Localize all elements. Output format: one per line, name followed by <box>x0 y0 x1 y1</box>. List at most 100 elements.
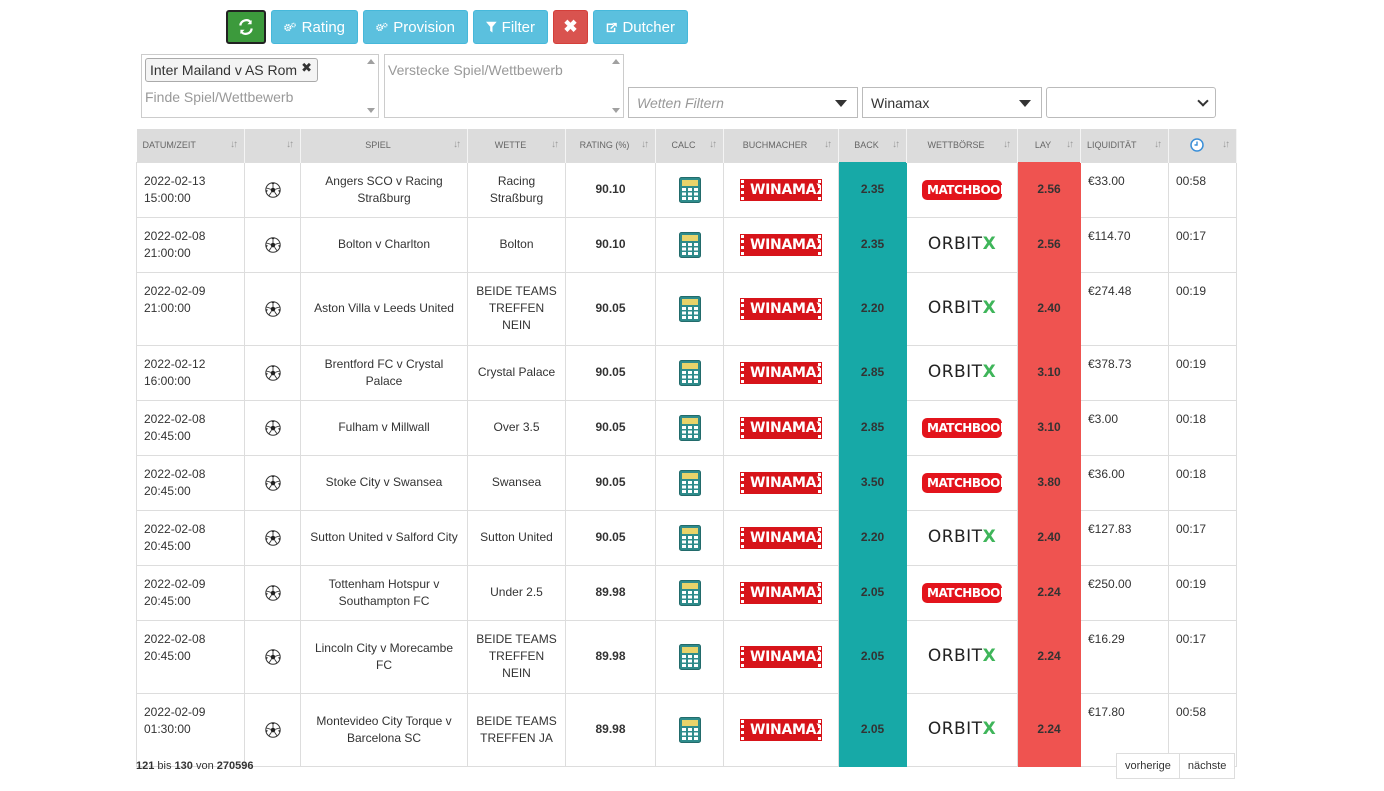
bookmaker-cell[interactable]: WINAMAX <box>723 344 839 401</box>
back-odds-cell[interactable]: 2.85 <box>838 344 907 401</box>
calc-cell[interactable] <box>655 399 724 456</box>
bet-filter-select[interactable]: Wetten Filtern <box>628 87 858 118</box>
table-row[interactable]: 2022-02-08 21:00:00 Bolton v Charlton Bo… <box>136 216 1237 273</box>
exchange-cell[interactable]: ORBITX <box>906 692 1018 767</box>
lay-odds-cell[interactable]: 2.24 <box>1017 564 1081 621</box>
calculator-icon[interactable] <box>678 716 701 743</box>
calculator-icon[interactable] <box>678 643 701 670</box>
exchange-cell[interactable]: ORBITX <box>906 509 1018 566</box>
find-match-multiselect[interactable]: Inter Mailand v AS Rom ✖ Finde Spiel/Wet… <box>141 54 379 118</box>
lay-odds-cell[interactable]: 2.56 <box>1017 216 1081 273</box>
table-row[interactable]: 2022-02-09 21:00:00 Aston Villa v Leeds … <box>136 271 1237 346</box>
match-cell[interactable]: Lincoln City v Morecambe FC <box>300 619 468 694</box>
dutcher-button[interactable]: Dutcher <box>593 10 688 44</box>
remove-chip-icon[interactable]: ✖ <box>301 59 312 76</box>
match-cell[interactable]: Brentford FC v Crystal Palace <box>300 344 468 401</box>
table-row[interactable]: 2022-02-09 01:30:00 Montevideo City Torq… <box>136 692 1237 767</box>
lay-odds-cell[interactable]: 2.24 <box>1017 619 1081 694</box>
table-row[interactable]: 2022-02-08 20:45:00 Lincoln City v Morec… <box>136 619 1237 694</box>
exchange-cell[interactable]: MATCHBOOK <box>906 161 1018 218</box>
calculator-icon[interactable] <box>678 176 701 203</box>
calculator-icon[interactable] <box>678 579 701 606</box>
match-cell[interactable]: Stoke City v Swansea <box>300 454 468 511</box>
filter-button[interactable]: Filter <box>473 10 548 44</box>
bookmaker-cell[interactable]: WINAMAX <box>723 399 839 456</box>
table-row[interactable]: 2022-02-09 20:45:00 Tottenham Hotspur v … <box>136 564 1237 621</box>
exchange-cell[interactable]: ORBITX <box>906 344 1018 401</box>
back-odds-cell[interactable]: 3.50 <box>838 454 907 511</box>
exchange-cell[interactable]: MATCHBOOK <box>906 564 1018 621</box>
lay-odds-cell[interactable]: 2.40 <box>1017 271 1081 346</box>
back-odds-cell[interactable]: 2.05 <box>838 692 907 767</box>
calc-cell[interactable] <box>655 564 724 621</box>
selected-match-chip[interactable]: Inter Mailand v AS Rom ✖ <box>145 58 319 82</box>
lay-odds-cell[interactable]: 3.80 <box>1017 454 1081 511</box>
table-row[interactable]: 2022-02-13 15:00:00 Angers SCO v Racing … <box>136 161 1237 218</box>
calculator-icon[interactable] <box>678 414 701 441</box>
scrollbar[interactable] <box>366 57 376 115</box>
clear-button[interactable]: ✖ <box>553 10 588 44</box>
match-cell[interactable]: Bolton v Charlton <box>300 216 468 273</box>
back-odds-cell[interactable]: 2.35 <box>838 216 907 273</box>
bookmaker-cell[interactable]: WINAMAX <box>723 564 839 621</box>
bookmaker-cell[interactable]: WINAMAX <box>723 161 839 218</box>
extra-filter-select[interactable] <box>1046 87 1216 118</box>
table-row[interactable]: 2022-02-12 16:00:00 Brentford FC v Cryst… <box>136 344 1237 401</box>
exchange-cell[interactable]: MATCHBOOK <box>906 399 1018 456</box>
col-header-bet[interactable]: WETTE ↓↑ <box>467 129 566 162</box>
calc-cell[interactable] <box>655 509 724 566</box>
refresh-button[interactable] <box>226 10 266 44</box>
lay-odds-cell[interactable]: 3.10 <box>1017 344 1081 401</box>
calc-cell[interactable] <box>655 692 724 767</box>
lay-odds-cell[interactable]: 2.24 <box>1017 692 1081 767</box>
col-header-match[interactable]: SPIEL ↓↑ <box>300 129 468 162</box>
back-odds-cell[interactable]: 2.85 <box>838 399 907 456</box>
back-odds-cell[interactable]: 2.35 <box>838 161 907 218</box>
bookmaker-cell[interactable]: WINAMAX <box>723 692 839 767</box>
bookmaker-select[interactable]: Winamax <box>862 87 1042 118</box>
col-header-datetime[interactable]: DATUM/ZEIT ↓↑ <box>136 129 245 162</box>
provision-button[interactable]: Provision <box>363 10 468 44</box>
bookmaker-cell[interactable]: WINAMAX <box>723 271 839 346</box>
calc-cell[interactable] <box>655 619 724 694</box>
calculator-icon[interactable] <box>678 359 701 386</box>
calc-cell[interactable] <box>655 271 724 346</box>
col-header-age[interactable]: ↓↑ <box>1168 129 1237 162</box>
exchange-cell[interactable]: ORBITX <box>906 271 1018 346</box>
table-row[interactable]: 2022-02-08 20:45:00 Sutton United v Salf… <box>136 509 1237 566</box>
back-odds-cell[interactable]: 2.05 <box>838 619 907 694</box>
col-header-bookmaker[interactable]: BUCHMACHER ↓↑ <box>723 129 839 162</box>
match-cell[interactable]: Aston Villa v Leeds United <box>300 271 468 346</box>
table-row[interactable]: 2022-02-08 20:45:00 Stoke City v Swansea… <box>136 454 1237 511</box>
back-odds-cell[interactable]: 2.05 <box>838 564 907 621</box>
calculator-icon[interactable] <box>678 231 701 258</box>
bookmaker-cell[interactable]: WINAMAX <box>723 454 839 511</box>
col-header-exchange[interactable]: WETTBÖRSE ↓↑ <box>906 129 1018 162</box>
calculator-icon[interactable] <box>678 295 701 322</box>
col-header-sport[interactable]: ↓↑ <box>244 129 301 162</box>
calc-cell[interactable] <box>655 161 724 218</box>
bookmaker-cell[interactable]: WINAMAX <box>723 619 839 694</box>
table-row[interactable]: 2022-02-08 20:45:00 Fulham v Millwall Ov… <box>136 399 1237 456</box>
col-header-lay[interactable]: LAY ↓↑ <box>1017 129 1081 162</box>
calculator-icon[interactable] <box>678 469 701 496</box>
prev-page-button[interactable]: vorherige <box>1116 753 1180 779</box>
lay-odds-cell[interactable]: 2.56 <box>1017 161 1081 218</box>
lay-odds-cell[interactable]: 3.10 <box>1017 399 1081 456</box>
calc-cell[interactable] <box>655 216 724 273</box>
bookmaker-cell[interactable]: WINAMAX <box>723 509 839 566</box>
match-cell[interactable]: Angers SCO v Racing Straßburg <box>300 161 468 218</box>
col-header-calc[interactable]: CALC ↓↑ <box>655 129 724 162</box>
calculator-icon[interactable] <box>678 524 701 551</box>
col-header-back[interactable]: BACK ↓↑ <box>838 129 907 162</box>
rating-button[interactable]: Rating <box>271 10 358 44</box>
match-cell[interactable]: Montevideo City Torque v Barcelona SC <box>300 692 468 767</box>
hide-match-multiselect[interactable]: Verstecke Spiel/Wettbewerb <box>384 54 624 118</box>
next-page-button[interactable]: nächste <box>1179 753 1236 779</box>
match-cell[interactable]: Fulham v Millwall <box>300 399 468 456</box>
exchange-cell[interactable]: ORBITX <box>906 619 1018 694</box>
calc-cell[interactable] <box>655 454 724 511</box>
scrollbar[interactable] <box>611 57 621 115</box>
match-cell[interactable]: Tottenham Hotspur v Southampton FC <box>300 564 468 621</box>
lay-odds-cell[interactable]: 2.40 <box>1017 509 1081 566</box>
